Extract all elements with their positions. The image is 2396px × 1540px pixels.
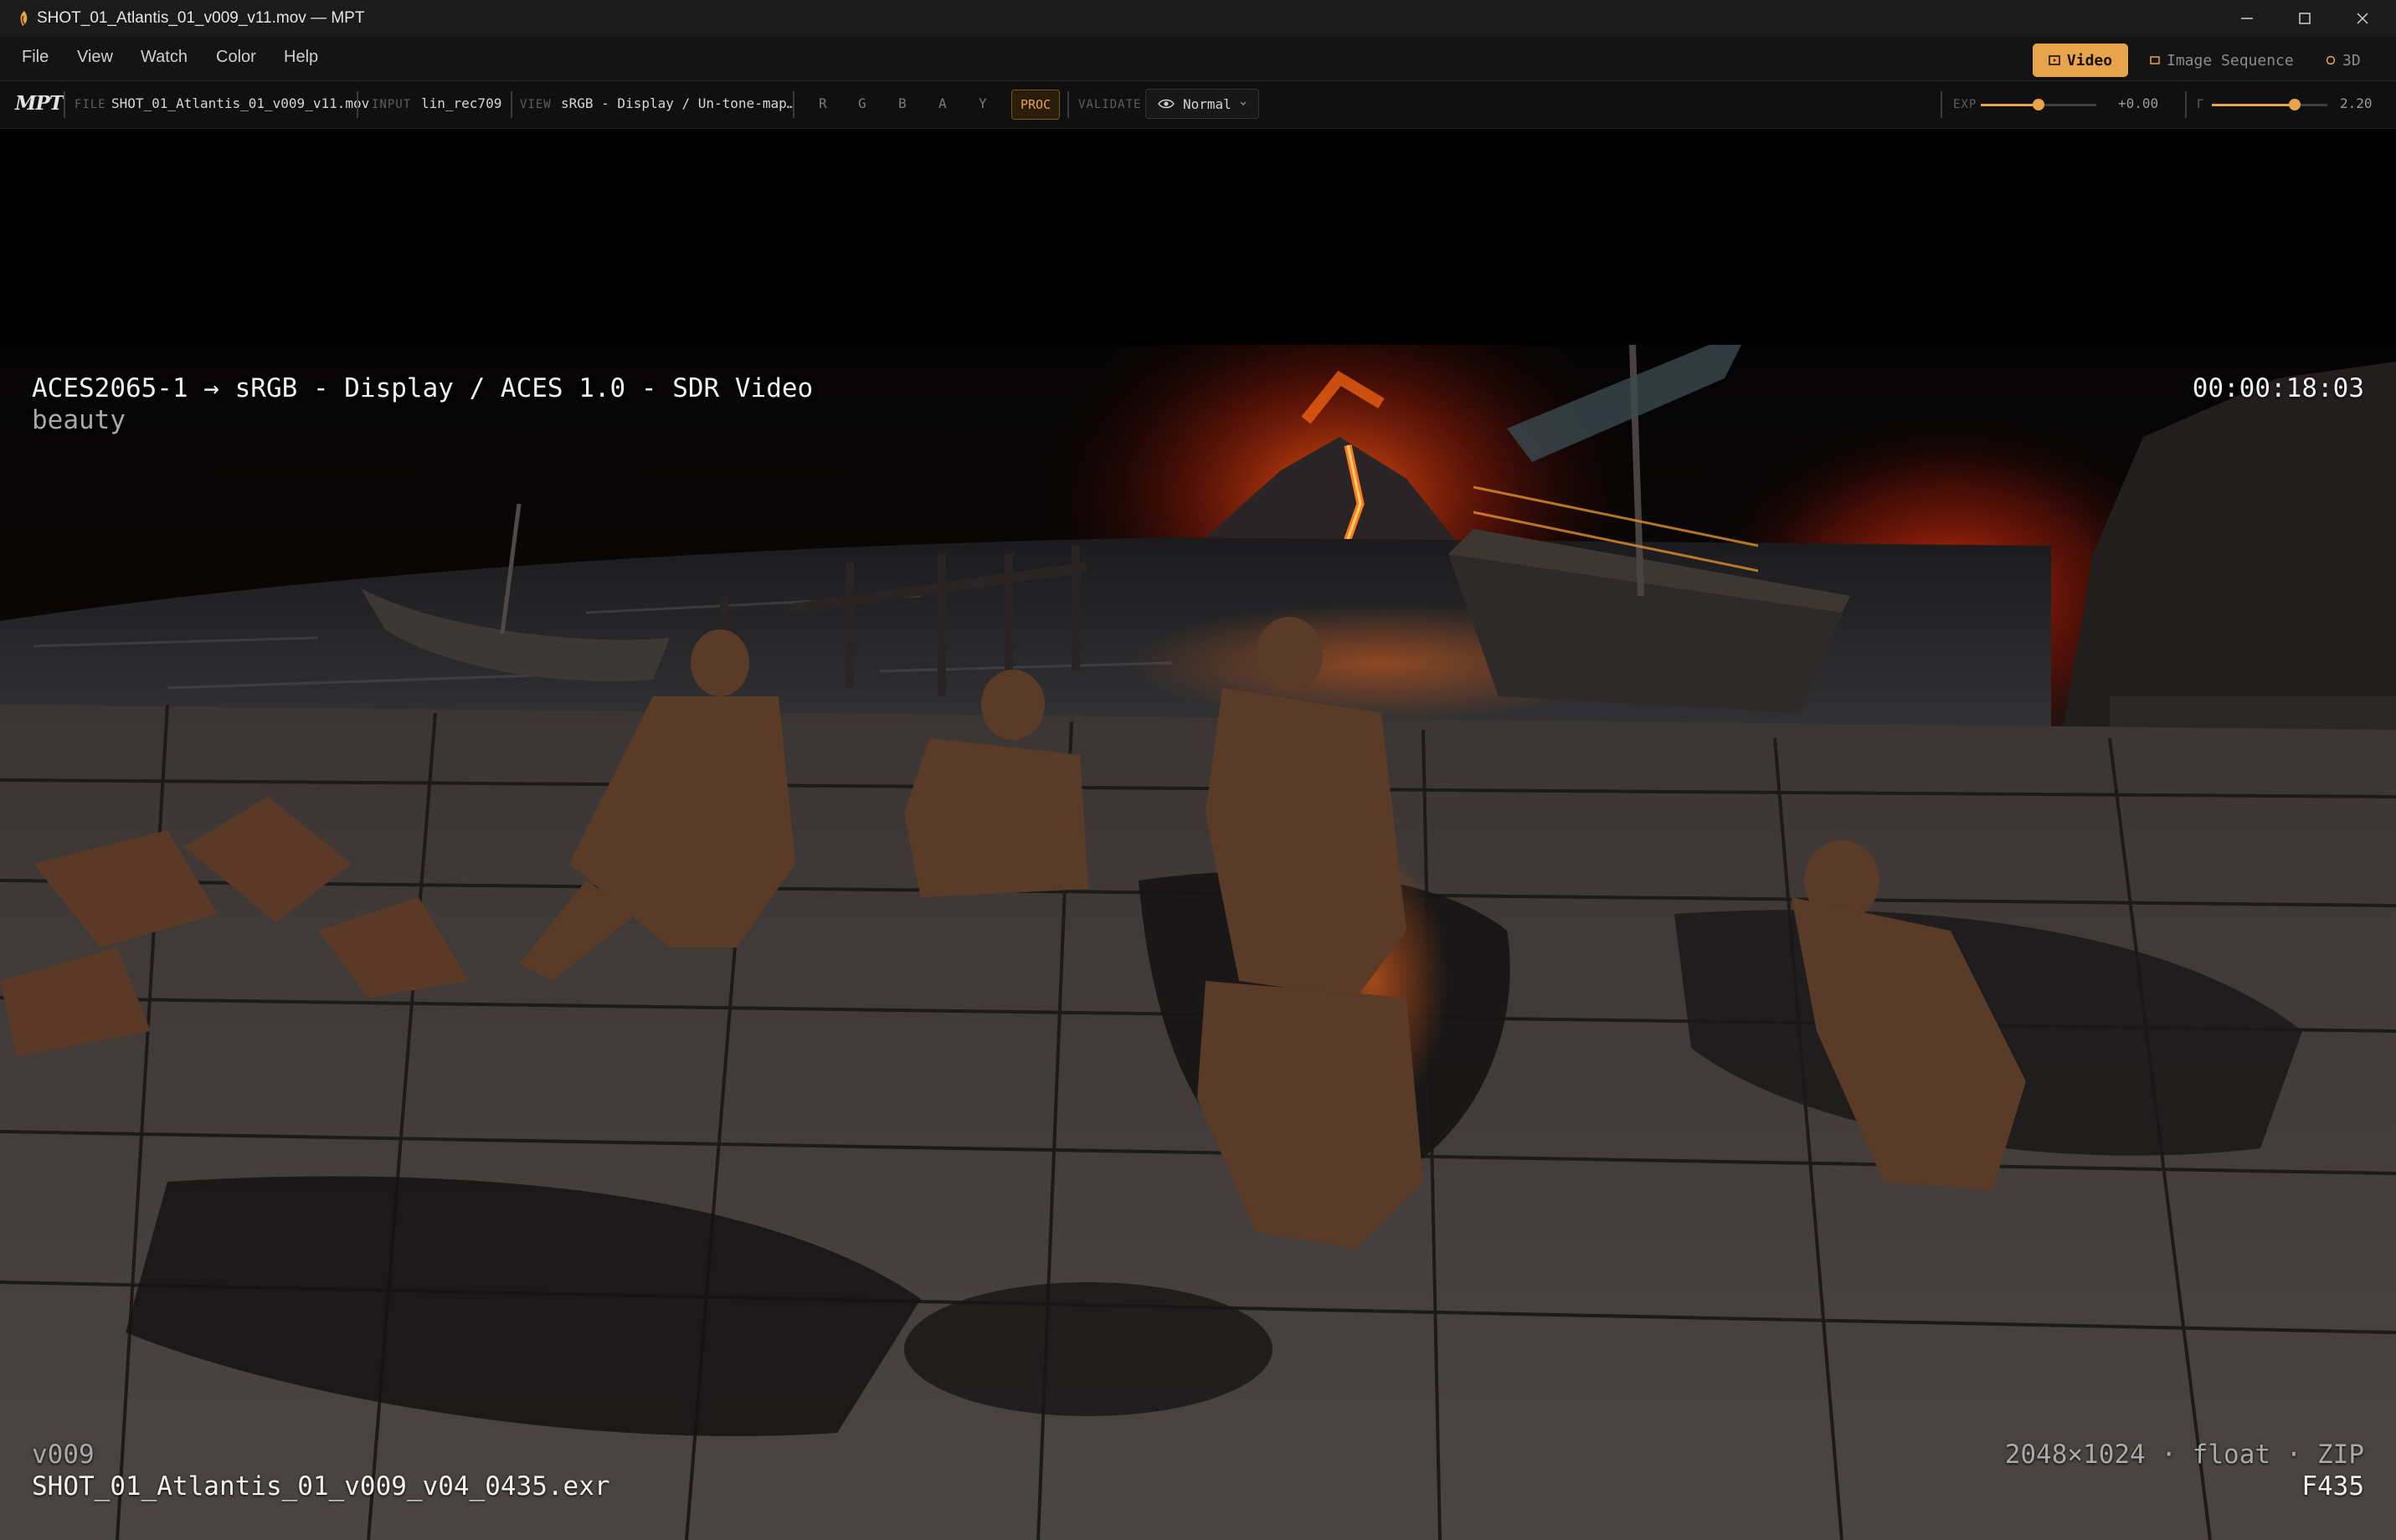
separator <box>793 91 794 118</box>
minimize-icon <box>2241 18 2253 19</box>
view-label: VIEW <box>520 98 552 111</box>
image-specs: 2048×1024 · float · ZIP <box>2004 1440 2364 1470</box>
mode-video-button[interactable]: Video <box>2033 44 2128 77</box>
chevron-down-icon <box>1240 101 1247 105</box>
video-frame[interactable]: ACES2065-1 → sRGB - Display / ACES 1.0 -… <box>0 345 2396 1540</box>
input-label: INPUT <box>372 98 412 111</box>
menu-view[interactable]: View <box>77 48 113 67</box>
close-icon <box>2357 13 2368 24</box>
menu-watch[interactable]: Watch <box>141 48 188 67</box>
viewer[interactable]: ACES2065-1 → sRGB - Display / ACES 1.0 -… <box>0 129 2396 1540</box>
channel-g[interactable]: G <box>858 95 866 111</box>
video-icon <box>2049 55 2060 65</box>
input-colorspace[interactable]: lin_rec709 <box>421 95 501 111</box>
exposure-slider-fill <box>1981 104 2039 106</box>
version-label: v009 <box>32 1440 95 1470</box>
mode-3d-label: 3D <box>2342 51 2361 69</box>
menu-help[interactable]: Help <box>284 48 318 67</box>
separator <box>1067 91 1069 118</box>
file-value[interactable]: SHOT_01_Atlantis_01_v009_v11.mov <box>111 95 369 111</box>
mode-3d-button[interactable]: 3D <box>2326 44 2361 77</box>
separator <box>2185 91 2187 118</box>
exposure-slider[interactable] <box>1981 99 2096 110</box>
channel-a[interactable]: A <box>938 95 947 111</box>
image-sequence-icon <box>2150 56 2160 64</box>
gamma-slider-fill <box>2212 104 2296 106</box>
sphere-icon <box>2326 55 2336 65</box>
app-logo: MPT <box>15 92 64 115</box>
proc-toggle[interactable]: PROC <box>1011 90 1060 120</box>
menu-bar: File View Watch Color Help Video Image S… <box>0 37 2396 81</box>
toolbar: MPT FILE SHOT_01_Atlantis_01_v009_v11.mo… <box>0 81 2396 129</box>
close-button[interactable] <box>2334 0 2391 37</box>
separator <box>1941 91 1942 118</box>
menu-color[interactable]: Color <box>216 48 256 67</box>
mode-image-sequence-label: Image Sequence <box>2167 51 2294 69</box>
channel-b[interactable]: B <box>898 95 907 111</box>
window-title: SHOT_01_Atlantis_01_v009_v11.mov — MPT <box>37 9 365 27</box>
title-bar: SHOT_01_Atlantis_01_v009_v11.mov — MPT <box>0 0 2396 37</box>
gamma-slider-handle[interactable] <box>2289 99 2301 110</box>
file-label: FILE <box>75 98 106 111</box>
color-transform-label: ACES2065-1 → sRGB - Display / ACES 1.0 -… <box>32 373 814 403</box>
maximize-button[interactable] <box>2276 0 2333 37</box>
separator <box>511 91 512 118</box>
mode-image-sequence-button[interactable]: Image Sequence <box>2150 44 2294 77</box>
channel-y[interactable]: Y <box>979 95 987 111</box>
frame-image <box>0 345 2396 1540</box>
app-icon <box>20 11 28 26</box>
separator <box>64 91 65 118</box>
frame-filename: SHOT_01_Atlantis_01_v009_v04_0435.exr <box>32 1471 610 1502</box>
maximize-icon <box>2299 13 2311 24</box>
exposure-value: +0.00 <box>2118 95 2159 111</box>
exposure-label: EXP <box>1953 98 1977 111</box>
validate-label: VALIDATE <box>1078 98 1142 111</box>
separator <box>357 91 358 118</box>
channel-r[interactable]: R <box>819 95 827 111</box>
frame-number: F435 <box>2301 1471 2364 1502</box>
exposure-slider-handle[interactable] <box>2033 99 2044 110</box>
view-transform[interactable]: sRGB - Display / Un-tone-map… <box>561 95 794 111</box>
eye-icon <box>1158 99 1175 109</box>
gamma-slider[interactable] <box>2212 99 2327 110</box>
validate-dropdown[interactable]: Normal <box>1145 89 1259 119</box>
validate-value: Normal <box>1183 95 1231 112</box>
mode-video-label: Video <box>2066 51 2113 69</box>
layer-label: beauty <box>32 405 126 435</box>
gamma-value: 2.20 <box>2340 95 2373 111</box>
timecode: 00:00:18:03 <box>2192 373 2364 403</box>
menu-file[interactable]: File <box>22 48 49 67</box>
gamma-label: Γ <box>2197 98 2205 111</box>
minimize-button[interactable] <box>2219 0 2275 37</box>
